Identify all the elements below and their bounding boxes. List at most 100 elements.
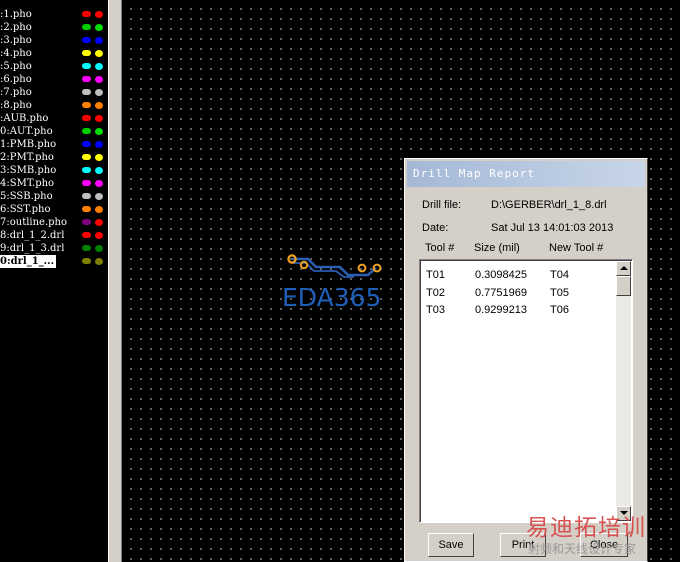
layer-color-swatch[interactable] xyxy=(82,24,91,30)
layer-color-swatch[interactable] xyxy=(82,232,91,238)
save-button[interactable]: Save xyxy=(428,533,474,557)
layer-visibility-dot[interactable] xyxy=(95,206,103,213)
layer-visibility-dot[interactable] xyxy=(95,180,103,187)
layer-name: 7:outline.pho xyxy=(0,217,68,228)
layer-name: 3:SMB.pho xyxy=(0,165,57,176)
layer-item[interactable]: 1:PMB.pho xyxy=(0,138,108,151)
layer-color-swatch[interactable] xyxy=(82,128,91,134)
layer-name: 6:SST.pho xyxy=(0,204,51,215)
layer-item[interactable]: :AUB.pho xyxy=(0,112,108,125)
drill-tool-listbox[interactable]: T01 0.3098425 T04 T02 0.7751969 T05 T03 … xyxy=(419,259,633,523)
layer-name: 4:SMT.pho xyxy=(0,178,55,189)
layer-color-swatch[interactable] xyxy=(82,141,91,147)
layer-item[interactable]: :7.pho xyxy=(0,86,108,99)
layer-color-swatch[interactable] xyxy=(82,180,91,186)
layer-visibility-dot[interactable] xyxy=(95,102,103,109)
layer-name: :4.pho xyxy=(0,48,32,59)
column-header-tool: Tool # xyxy=(425,242,455,254)
layer-visibility-dot[interactable] xyxy=(95,167,103,174)
layer-visibility-dot[interactable] xyxy=(95,63,103,70)
layer-item[interactable]: 9:drl_1_3.drl xyxy=(0,242,108,255)
date-label: Date: xyxy=(422,222,449,234)
layer-visibility-dot[interactable] xyxy=(95,76,103,83)
layer-color-swatch[interactable] xyxy=(82,154,91,160)
layer-color-swatch[interactable] xyxy=(82,76,91,82)
layer-name: 9:drl_1_3.drl xyxy=(0,243,65,254)
layer-color-swatch[interactable] xyxy=(82,206,91,212)
layer-name: :5.pho xyxy=(0,61,32,72)
layer-item[interactable]: :3.pho xyxy=(0,34,108,47)
scroll-up-button[interactable] xyxy=(616,261,631,276)
layer-item[interactable]: 0:AUT.pho xyxy=(0,125,108,138)
scroll-thumb[interactable] xyxy=(616,276,631,296)
layer-visibility-dot[interactable] xyxy=(95,232,103,239)
layer-visibility-dot[interactable] xyxy=(95,50,103,57)
layer-item[interactable]: 6:SST.pho xyxy=(0,203,108,216)
layer-name: :7.pho xyxy=(0,87,32,98)
vertical-scrollbar[interactable] xyxy=(616,261,631,521)
dialog-titlebar[interactable]: Drill Map Report xyxy=(407,161,645,187)
layer-visibility-dot[interactable] xyxy=(95,245,103,252)
eda365-logo-text: EDA365 xyxy=(282,283,382,312)
layer-item[interactable]: 8:drl_1_2.drl xyxy=(0,229,108,242)
layer-color-swatch[interactable] xyxy=(82,193,91,199)
layer-item[interactable]: :1.pho xyxy=(0,8,108,21)
layer-color-swatch[interactable] xyxy=(82,102,91,108)
layer-color-swatch[interactable] xyxy=(82,258,91,264)
size-cell: 0.9299213 xyxy=(475,304,527,316)
layer-panel: :1.pho:2.pho:3.pho :4.pho :5.pho:6.pho:7.p… xyxy=(0,0,108,562)
layer-visibility-dot[interactable] xyxy=(95,219,103,226)
new-tool-cell: T04 xyxy=(550,269,569,281)
layer-color-swatch[interactable] xyxy=(82,11,91,17)
tool-cell: T03 xyxy=(426,304,445,316)
layer-color-swatch[interactable] xyxy=(82,50,91,56)
watermark-main-text: 易迪拓培训 xyxy=(526,515,646,541)
drill-file-label: Drill file: xyxy=(422,199,462,211)
arrow-up-icon xyxy=(620,266,628,270)
layer-color-swatch[interactable] xyxy=(82,115,91,121)
layer-item[interactable]: :2.pho xyxy=(0,21,108,34)
layer-visibility-dot[interactable] xyxy=(95,37,103,44)
layer-visibility-dot[interactable] xyxy=(95,24,103,31)
panel-splitter[interactable] xyxy=(108,0,122,562)
layer-color-swatch[interactable] xyxy=(82,219,91,225)
date-value: Sat Jul 13 14:01:03 2013 xyxy=(491,222,614,234)
layer-color-swatch[interactable] xyxy=(82,245,91,251)
layer-color-swatch[interactable] xyxy=(82,167,91,173)
layer-name: :8.pho xyxy=(0,100,32,111)
layer-color-swatch[interactable] xyxy=(82,37,91,43)
layer-name: 8:drl_1_2.drl xyxy=(0,230,65,241)
size-cell: 0.3098425 xyxy=(475,269,527,281)
layer-visibility-dot[interactable] xyxy=(95,11,103,18)
layer-item[interactable]: 3:SMB.pho xyxy=(0,164,108,177)
layer-color-swatch[interactable] xyxy=(82,89,91,95)
layer-visibility-dot[interactable] xyxy=(95,89,103,96)
layer-item[interactable]: 4:SMT.pho xyxy=(0,177,108,190)
watermark-sub-text: 射频和天线设计专家 xyxy=(528,542,637,556)
column-header-new-tool: New Tool # xyxy=(549,242,604,254)
layer-item[interactable]: :5.pho xyxy=(0,60,108,73)
column-header-size: Size (mil) xyxy=(474,242,520,254)
layer-item[interactable]: :6.pho xyxy=(0,73,108,86)
layer-item[interactable]: 7:outline.pho xyxy=(0,216,108,229)
layer-visibility-dot[interactable] xyxy=(95,115,103,122)
layer-visibility-dot[interactable] xyxy=(95,128,103,135)
layer-item[interactable]: 5:SSB.pho xyxy=(0,190,108,203)
layer-item[interactable]: :8.pho xyxy=(0,99,108,112)
watermark: 易迪拓培训 射频和天线设计专家 xyxy=(526,508,680,562)
tool-cell: T01 xyxy=(426,269,445,281)
new-tool-cell: T06 xyxy=(550,304,569,316)
layer-color-swatch[interactable] xyxy=(82,63,91,69)
layer-item[interactable]: :4.pho xyxy=(0,47,108,60)
drill-map-report-dialog: Drill Map Report Drill file: D:\GERBER\d… xyxy=(404,158,648,562)
layer-visibility-dot[interactable] xyxy=(95,193,103,200)
layer-visibility-dot[interactable] xyxy=(95,258,103,265)
layer-visibility-dot[interactable] xyxy=(95,141,103,148)
new-tool-cell: T05 xyxy=(550,287,569,299)
layer-item[interactable]: 2:PMT.pho xyxy=(0,151,108,164)
layer-visibility-dot[interactable] xyxy=(95,154,103,161)
layer-item[interactable]: 0:drl_1_... xyxy=(0,255,108,268)
tool-cell: T02 xyxy=(426,287,445,299)
drill-file-value: D:\GERBER\drl_1_8.drl xyxy=(491,199,607,211)
layer-name: :3.pho xyxy=(0,35,32,46)
